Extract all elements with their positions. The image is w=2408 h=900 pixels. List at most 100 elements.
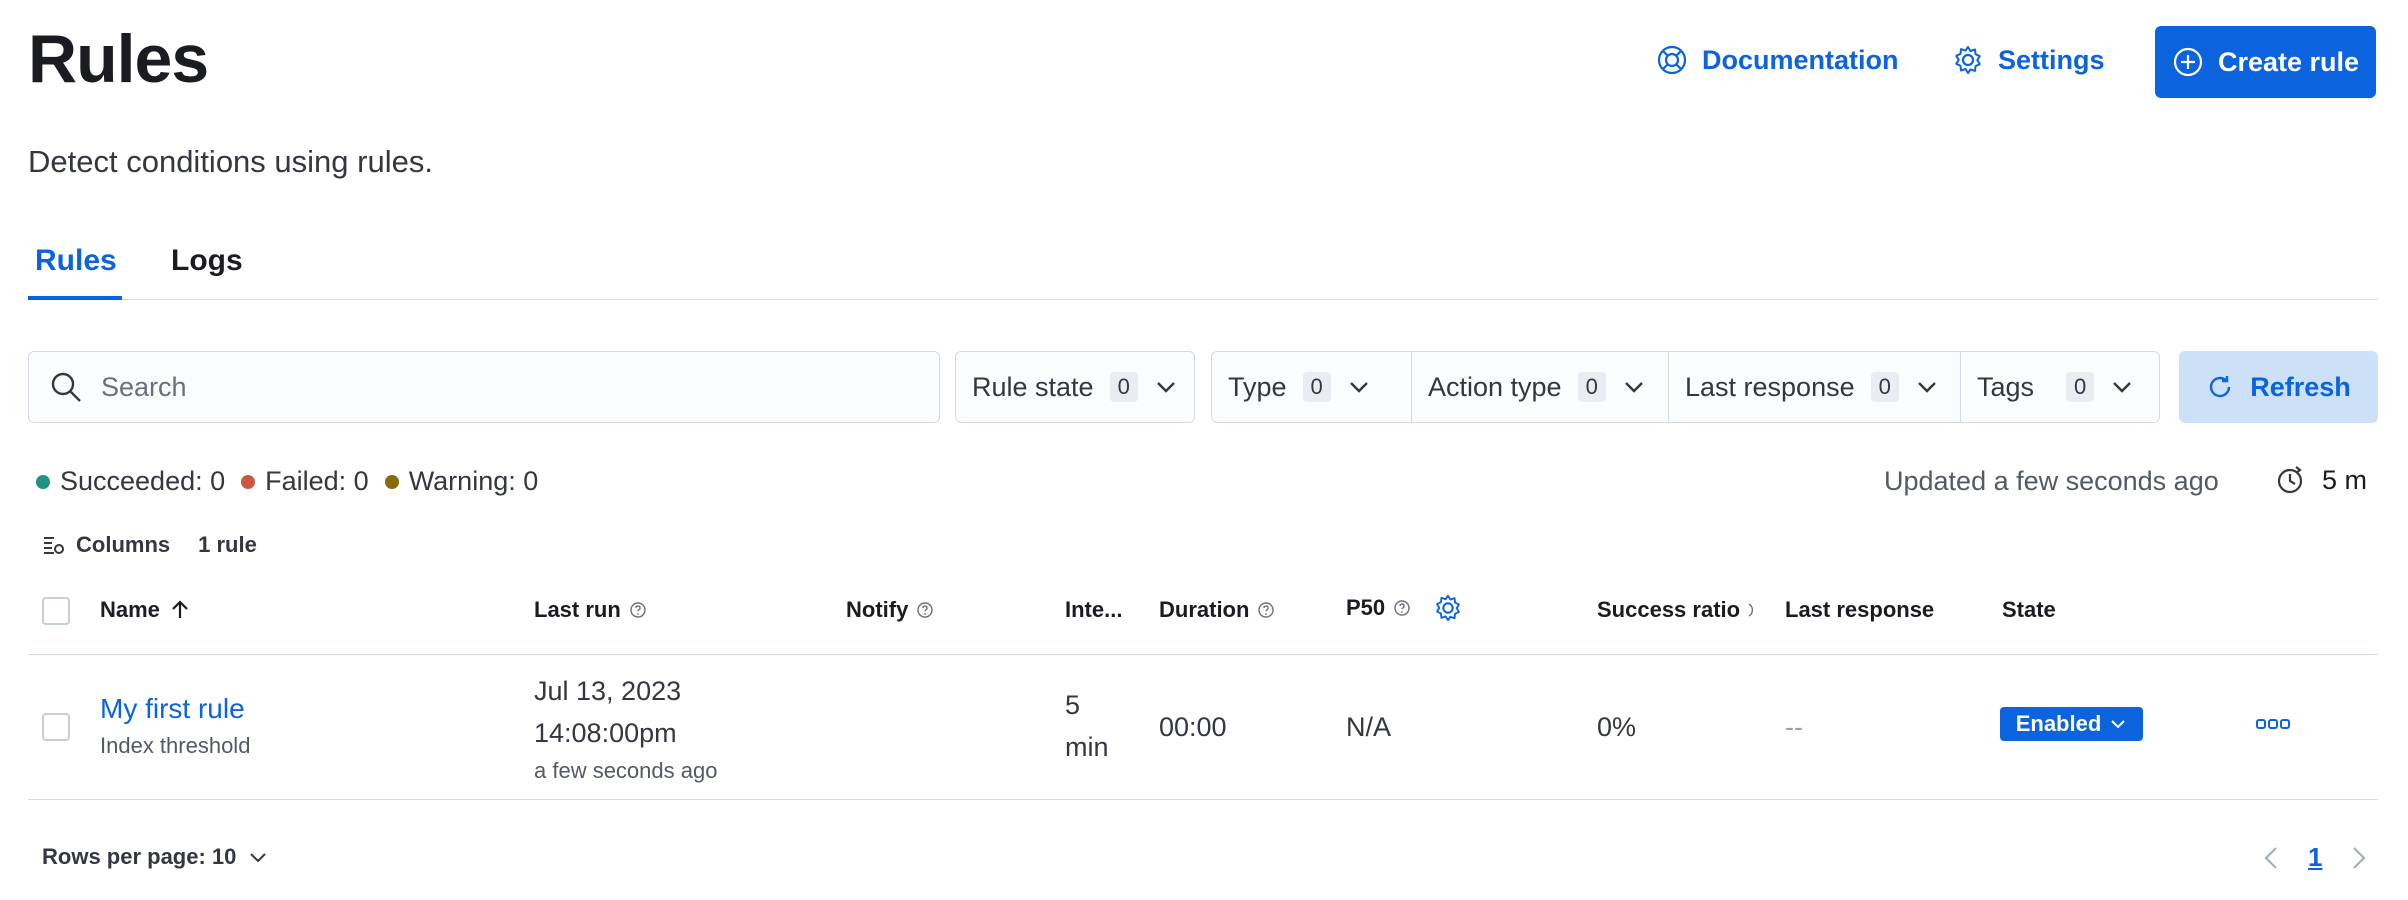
more-actions-icon[interactable] (2256, 717, 2290, 731)
filter-count-badge: 0 (1577, 372, 1606, 402)
rule-count: 1 rule (198, 532, 257, 557)
interval-value: 5 (1065, 690, 1081, 720)
rows-per-page-label: Rows per page: 10 (42, 844, 237, 869)
succeeded-count: Succeeded: 0 (60, 466, 226, 496)
columns-button[interactable]: Columns (42, 532, 170, 558)
columns-label: Columns (76, 532, 171, 557)
filter-count-badge: 0 (2066, 372, 2095, 402)
filter-label: Type (1228, 371, 1287, 402)
chevron-down-icon (2113, 382, 2132, 393)
clock-refresh-icon (2277, 466, 2303, 494)
column-header-p50[interactable]: P50 (1346, 593, 1463, 623)
last-response-value: -- (1785, 712, 1803, 742)
chevron-right-icon[interactable] (2348, 845, 2368, 871)
sort-ascending-icon (172, 600, 188, 618)
filters-group: Type 0 Action type 0 Last response 0 Tag… (1211, 351, 2160, 423)
refresh-button[interactable]: Refresh (2179, 351, 2378, 423)
table-toolbar: Columns 1 rule (42, 532, 257, 558)
documentation-link[interactable]: Documentation (1656, 44, 1899, 76)
filter-count-badge: 0 (1109, 372, 1138, 402)
warning-count: Warning: 0 (408, 466, 539, 496)
gear-icon (1955, 46, 1981, 74)
chevron-down-icon (1918, 382, 1936, 393)
interval-unit: min (1065, 732, 1109, 762)
filter-label: Tags (1977, 371, 2035, 402)
gear-icon[interactable] (1433, 593, 1463, 623)
column-header-notify[interactable]: Notify (846, 597, 934, 623)
search-icon (51, 372, 81, 402)
column-header-interval[interactable]: Inte... (1065, 597, 1122, 623)
settings-link[interactable]: Settings (1952, 44, 2105, 76)
rule-type: Index threshold (100, 733, 251, 758)
chevron-down-icon (250, 853, 267, 863)
last-run-relative: a few seconds ago (534, 758, 718, 783)
columns-settings-icon (44, 537, 64, 554)
action-type-filter[interactable]: Action type 0 (1412, 352, 1669, 422)
column-header-success-ratio[interactable]: Success ratio (1597, 597, 1760, 623)
last-response-filter[interactable]: Last response 0 (1669, 352, 1961, 422)
filter-count-badge: 0 (1870, 372, 1899, 402)
state-dropdown-button[interactable]: Enabled (2000, 707, 2143, 741)
chevron-down-icon (1349, 382, 1368, 393)
duration-value: 00:00 (1159, 712, 1227, 742)
interval-value: 5 m (2322, 464, 2368, 495)
help-lifebuoy-icon (1657, 45, 1687, 75)
column-header-name[interactable]: Name (100, 597, 192, 623)
question-circle-icon (1748, 603, 1754, 617)
column-label: Name (100, 597, 160, 622)
chevron-left-icon[interactable] (2262, 845, 2282, 871)
chevron-down-icon (1156, 382, 1175, 393)
page-description: Detect conditions using rules. (28, 144, 433, 179)
column-label: Duration (1159, 597, 1250, 622)
question-circle-icon (917, 602, 934, 618)
refresh-label: Refresh (2250, 371, 2351, 402)
search-field[interactable] (28, 351, 940, 423)
rule-name-link[interactable]: My first rule (100, 693, 245, 725)
column-header-state[interactable]: State (2002, 597, 2056, 623)
tags-filter[interactable]: Tags 0 (1961, 352, 2150, 422)
failed-dot (241, 474, 256, 489)
tab-logs[interactable]: Logs (171, 244, 243, 278)
filter-label: Last response (1685, 371, 1855, 402)
success-ratio-value: 0% (1597, 712, 1637, 742)
select-all-checkbox[interactable] (42, 597, 70, 625)
question-circle-icon (630, 602, 646, 618)
row-checkbox[interactable] (42, 713, 70, 741)
plus-circle-icon (2173, 47, 2203, 77)
documentation-label: Documentation (1702, 44, 1899, 75)
column-label: Notify (846, 597, 909, 622)
active-tab-indicator (28, 296, 122, 300)
chevron-down-icon (1624, 382, 1643, 393)
create-rule-label: Create rule (2217, 46, 2360, 77)
last-run-date: Jul 13, 2023 (534, 676, 682, 706)
tab-rules[interactable]: Rules (35, 244, 117, 278)
column-header-last-run[interactable]: Last run (534, 597, 647, 623)
failed-count: Failed: 0 (265, 466, 369, 496)
column-header-duration[interactable]: Duration (1159, 597, 1275, 623)
search-input[interactable] (101, 371, 921, 403)
column-label: P50 (1346, 595, 1386, 620)
filter-label: Action type (1428, 371, 1562, 402)
create-rule-button[interactable]: Create rule (2155, 26, 2376, 98)
column-header-last-response[interactable]: Last response (1785, 597, 1934, 623)
column-label: Last run (534, 597, 621, 622)
type-filter[interactable]: Type 0 (1212, 352, 1412, 422)
tabs-divider (28, 299, 2378, 300)
row-divider (28, 799, 2378, 800)
rule-state-filter[interactable]: Rule state 0 (956, 352, 1194, 422)
refresh-icon (2210, 376, 2231, 398)
auto-refresh-interval[interactable]: 5 m (2274, 464, 2367, 496)
warning-dot (384, 474, 399, 489)
question-circle-icon (1394, 600, 1410, 616)
page-number-current[interactable]: 1 (2308, 842, 2322, 873)
settings-label: Settings (1998, 44, 2105, 75)
rows-per-page-selector[interactable]: Rows per page: 10 (42, 844, 268, 870)
column-label: Success ratio (1597, 597, 1741, 622)
filter-label: Rule state (972, 371, 1094, 402)
pagination: 1 (2262, 842, 2368, 873)
rule-state-filter-group: Rule state 0 (955, 351, 1195, 423)
p50-value: N/A (1346, 712, 1392, 742)
last-run-time: 14:08:00pm (534, 718, 677, 748)
chevron-down-icon (2111, 720, 2125, 729)
state-label: Enabled (2015, 711, 2102, 736)
